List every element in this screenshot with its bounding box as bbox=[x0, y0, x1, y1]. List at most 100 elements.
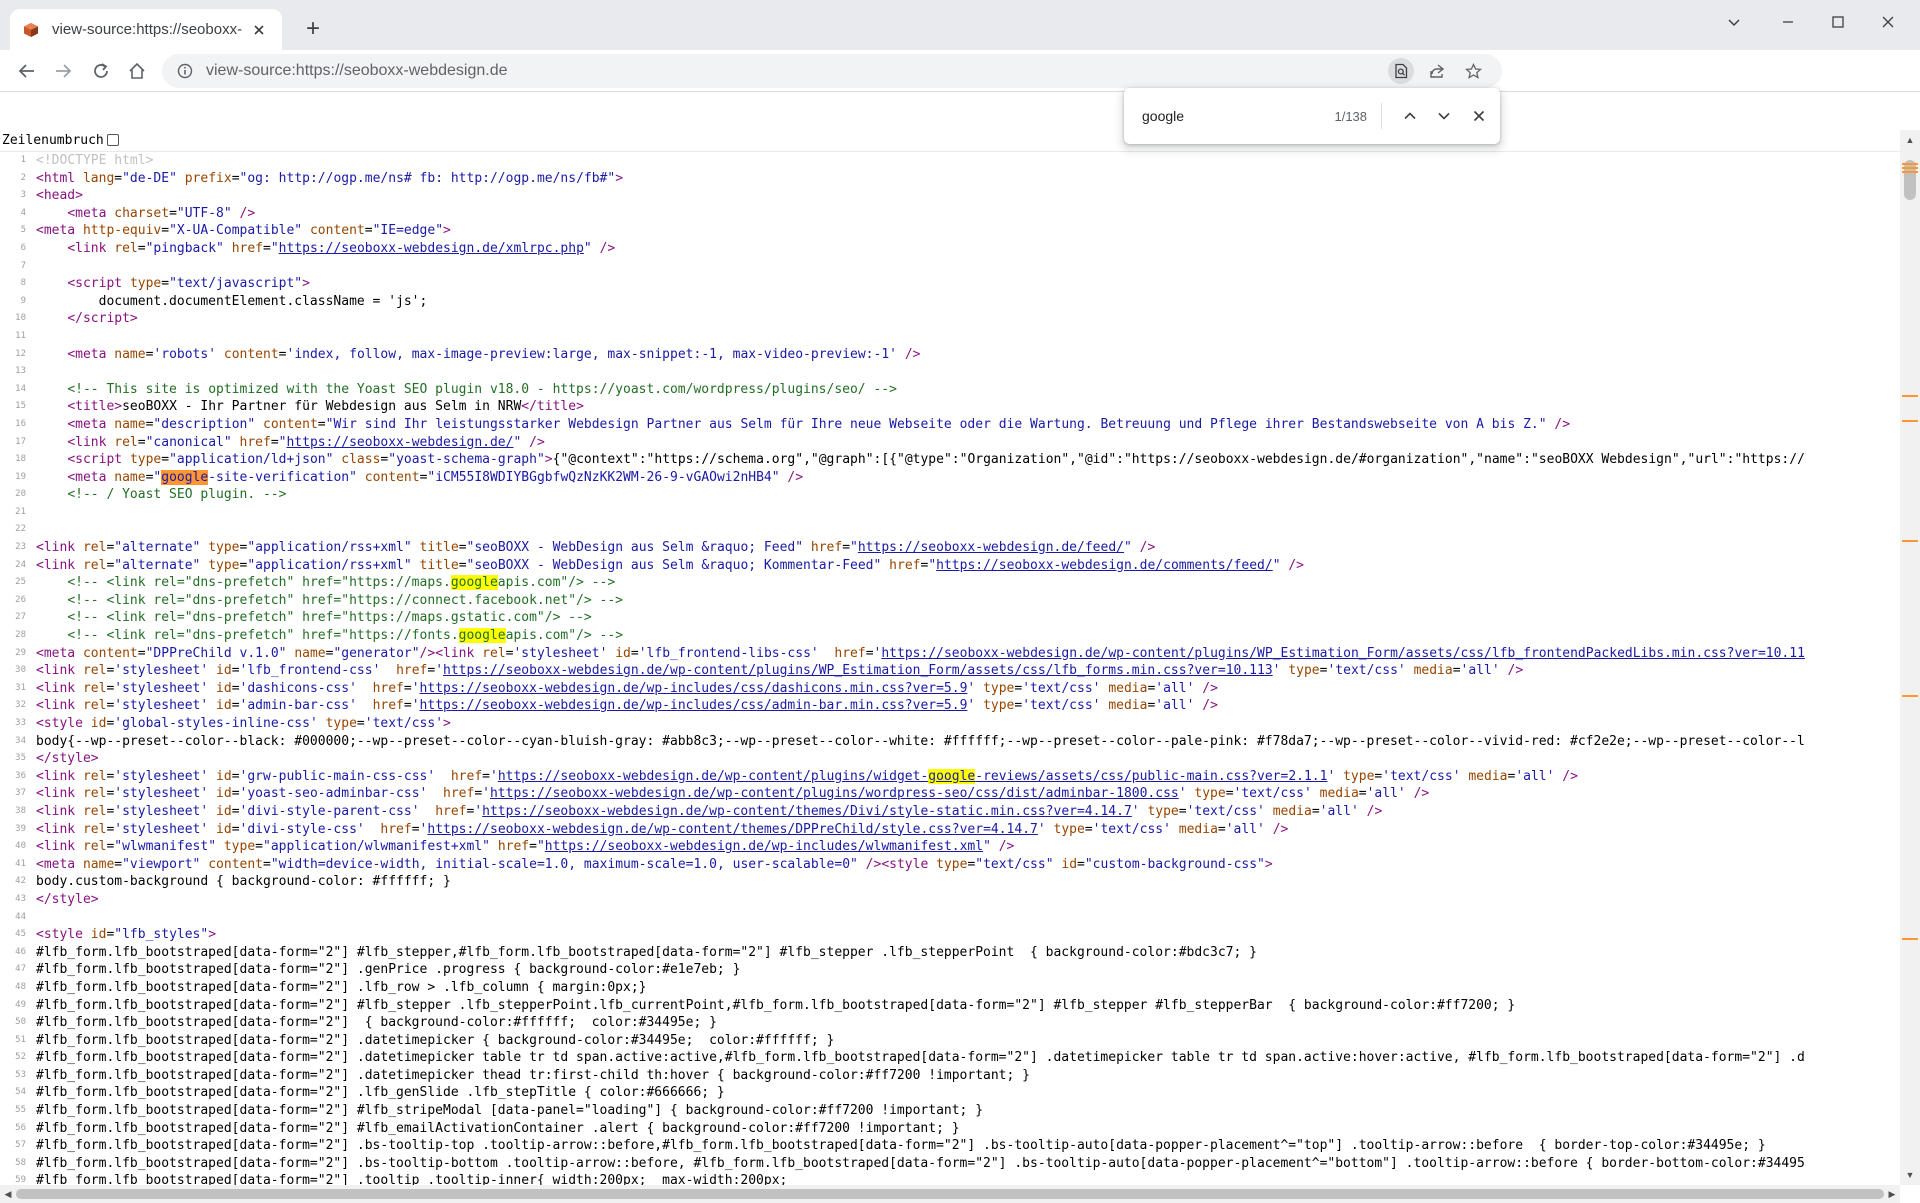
line-code: <title>seoBOXX - Ihr Partner für Webdesi… bbox=[67, 399, 584, 415]
source-code-view: 1 <!DOCTYPE html> 2 <html lang="de-DE" pref… bbox=[0, 151, 1900, 1185]
find-next-chevron-down-icon[interactable] bbox=[1431, 101, 1459, 131]
source-link[interactable]: https://seoboxx-webdesign.de/ bbox=[286, 435, 513, 450]
scroll-right-arrow-icon[interactable]: ▶ bbox=[1884, 1186, 1900, 1202]
source-link[interactable]: https://seoboxx-webdesign.de/feed/ bbox=[858, 540, 1124, 555]
maximize-icon[interactable] bbox=[1816, 6, 1860, 38]
line-number: 37 bbox=[15, 788, 26, 799]
line-number: 15 bbox=[15, 401, 26, 412]
line-wrap-checkbox[interactable] bbox=[106, 134, 119, 146]
source-link[interactable]: https://seoboxx-webdesign.de/wp-content/… bbox=[881, 646, 1805, 661]
source-link[interactable]: https://seoboxx-webdesign.de/wp-includes… bbox=[545, 839, 983, 854]
source-line: 40 <link rel="wlwmanifest" type="applicat… bbox=[0, 838, 1900, 856]
source-link[interactable]: https://seoboxx-webdesign.de/wp-content/… bbox=[498, 768, 1327, 784]
source-line: 20 <!-- / Yoast SEO plugin. --> bbox=[0, 486, 1900, 504]
find-close-icon[interactable] bbox=[1465, 101, 1493, 131]
forward-arrow-icon[interactable] bbox=[48, 56, 78, 86]
line-code: <html lang="de-DE" prefix="og: http://og… bbox=[36, 170, 624, 186]
tab-search-chevron-down-icon[interactable] bbox=[1712, 6, 1756, 38]
browser-tab[interactable]: view-source:https://seoboxx-webdesign.de bbox=[10, 9, 282, 50]
source-link[interactable]: https://seoboxx-webdesign.de/xmlrpc.php bbox=[279, 241, 584, 256]
find-match-highlight: google bbox=[161, 469, 209, 485]
line-number: 44 bbox=[15, 911, 26, 922]
source-line: 24 <link rel="alternate" type="applicatio… bbox=[0, 557, 1900, 575]
horizontal-scroll-thumb[interactable] bbox=[16, 1189, 1884, 1199]
back-arrow-icon[interactable] bbox=[12, 56, 42, 86]
source-link[interactable]: https://seoboxx-webdesign.de/wp-content/… bbox=[427, 822, 1037, 837]
scroll-up-arrow-icon[interactable]: ▲ bbox=[1902, 132, 1918, 148]
line-number: 5 bbox=[20, 225, 26, 236]
line-number: 43 bbox=[15, 893, 26, 904]
find-in-page-icon[interactable] bbox=[1388, 58, 1414, 84]
source-line: 51 #lfb_form.lfb_bootstraped[data-form="2… bbox=[0, 1032, 1900, 1050]
new-tab-button[interactable]: + bbox=[300, 17, 326, 43]
source-link[interactable]: https://seoboxx-webdesign.de/comments/fe… bbox=[936, 558, 1273, 573]
line-number: 32 bbox=[15, 700, 26, 711]
vertical-scrollbar[interactable]: ▲ ▼ bbox=[1900, 130, 1920, 1185]
source-line: 8 <script type="text/javascript"> bbox=[0, 275, 1900, 293]
line-number: 18 bbox=[15, 454, 26, 465]
bookmark-star-icon[interactable] bbox=[1460, 58, 1486, 84]
source-link[interactable]: https://seoboxx-webdesign.de/wp-content/… bbox=[482, 804, 1132, 819]
source-line: 43 </style> bbox=[0, 891, 1900, 909]
line-number: 13 bbox=[15, 366, 26, 377]
source-line: 48 #lfb_form.lfb_bootstraped[data-form="2… bbox=[0, 979, 1900, 997]
line-wrap-toggle[interactable]: Zeilenumbruch bbox=[2, 130, 119, 150]
url-text[interactable]: view-source:https://seoboxx-webdesign.de bbox=[206, 62, 508, 80]
line-number: 11 bbox=[15, 330, 26, 341]
source-line: 14 <!-- This site is optimized with the … bbox=[0, 381, 1900, 399]
line-number: 57 bbox=[15, 1140, 26, 1151]
close-icon[interactable] bbox=[248, 19, 270, 41]
minimize-icon[interactable] bbox=[1766, 6, 1810, 38]
source-link[interactable]: https://seoboxx-webdesign.de/wp-includes… bbox=[420, 698, 968, 713]
line-code: </style> bbox=[36, 751, 99, 767]
line-number: 48 bbox=[15, 981, 26, 992]
source-line: 42 body.custom-background { background-co… bbox=[0, 873, 1900, 891]
share-icon[interactable] bbox=[1424, 58, 1450, 84]
find-match-marker bbox=[1902, 167, 1918, 169]
line-code: <link rel='stylesheet' id='lfb_frontend-… bbox=[36, 663, 1524, 679]
line-code: #lfb_form.lfb_bootstraped[data-form="2"]… bbox=[36, 1173, 788, 1185]
window-close-icon[interactable] bbox=[1866, 6, 1910, 38]
source-line: 59 #lfb_form.lfb_bootstraped[data-form="2… bbox=[0, 1172, 1900, 1185]
line-number: 47 bbox=[15, 964, 26, 975]
horizontal-scrollbar[interactable]: ◀ ▶ bbox=[0, 1185, 1900, 1203]
site-info-icon[interactable] bbox=[176, 62, 194, 80]
reload-icon[interactable] bbox=[86, 56, 116, 86]
source-line: 25 <!-- <link rel="dns-prefetch" href="h… bbox=[0, 574, 1900, 592]
line-number: 45 bbox=[15, 929, 26, 940]
home-icon[interactable] bbox=[122, 56, 152, 86]
source-link[interactable]: https://seoboxx-webdesign.de/wp-content/… bbox=[490, 786, 1179, 801]
line-number: 50 bbox=[15, 1017, 26, 1028]
title-bar: view-source:https://seoboxx-webdesign.de… bbox=[0, 0, 1920, 50]
find-input[interactable]: google bbox=[1142, 108, 1290, 124]
line-number: 16 bbox=[15, 418, 26, 429]
find-match-highlight: google bbox=[458, 628, 506, 644]
source-line: 47 #lfb_form.lfb_bootstraped[data-form="2… bbox=[0, 961, 1900, 979]
source-line: 53 #lfb_form.lfb_bootstraped[data-form="2… bbox=[0, 1067, 1900, 1085]
address-bar[interactable]: view-source:https://seoboxx-webdesign.de bbox=[162, 54, 1502, 88]
source-line: 33 <style id='global-styles-inline-css' t… bbox=[0, 715, 1900, 733]
line-code: </style> bbox=[36, 891, 99, 907]
source-line: 18 <script type="application/ld+json" cl… bbox=[0, 451, 1900, 469]
line-number: 20 bbox=[15, 489, 26, 500]
line-code: #lfb_form.lfb_bootstraped[data-form="2"]… bbox=[36, 962, 741, 978]
find-previous-chevron-up-icon[interactable] bbox=[1396, 101, 1424, 131]
line-number: 46 bbox=[15, 946, 26, 957]
find-match-marker bbox=[1902, 695, 1918, 697]
line-code: <link rel='stylesheet' id='divi-style-cs… bbox=[36, 821, 1289, 837]
line-number: 27 bbox=[15, 612, 26, 623]
line-code: #lfb_form.lfb_bootstraped[data-form="2"]… bbox=[36, 1120, 960, 1136]
scroll-left-arrow-icon[interactable]: ◀ bbox=[0, 1186, 16, 1202]
source-line: 4 <meta charset="UTF-8" /> bbox=[0, 205, 1900, 223]
source-line: 58 #lfb_form.lfb_bootstraped[data-form="2… bbox=[0, 1155, 1900, 1173]
line-code: <link rel='stylesheet' id='grw-public-ma… bbox=[36, 768, 1578, 784]
source-link[interactable]: https://seoboxx-webdesign.de/wp-content/… bbox=[443, 663, 1273, 678]
find-match-highlight: google bbox=[928, 768, 976, 784]
scroll-down-arrow-icon[interactable]: ▼ bbox=[1902, 1167, 1918, 1183]
source-line: 5 <meta http-equiv="X-UA-Compatible" cont… bbox=[0, 222, 1900, 240]
source-link[interactable]: https://seoboxx-webdesign.de/wp-includes… bbox=[420, 681, 968, 696]
vertical-scroll-thumb[interactable] bbox=[1904, 160, 1916, 200]
line-number: 6 bbox=[20, 242, 26, 253]
line-code: <!-- <link rel="dns-prefetch" href="http… bbox=[67, 575, 616, 591]
line-code: body.custom-background { background-colo… bbox=[36, 874, 451, 890]
